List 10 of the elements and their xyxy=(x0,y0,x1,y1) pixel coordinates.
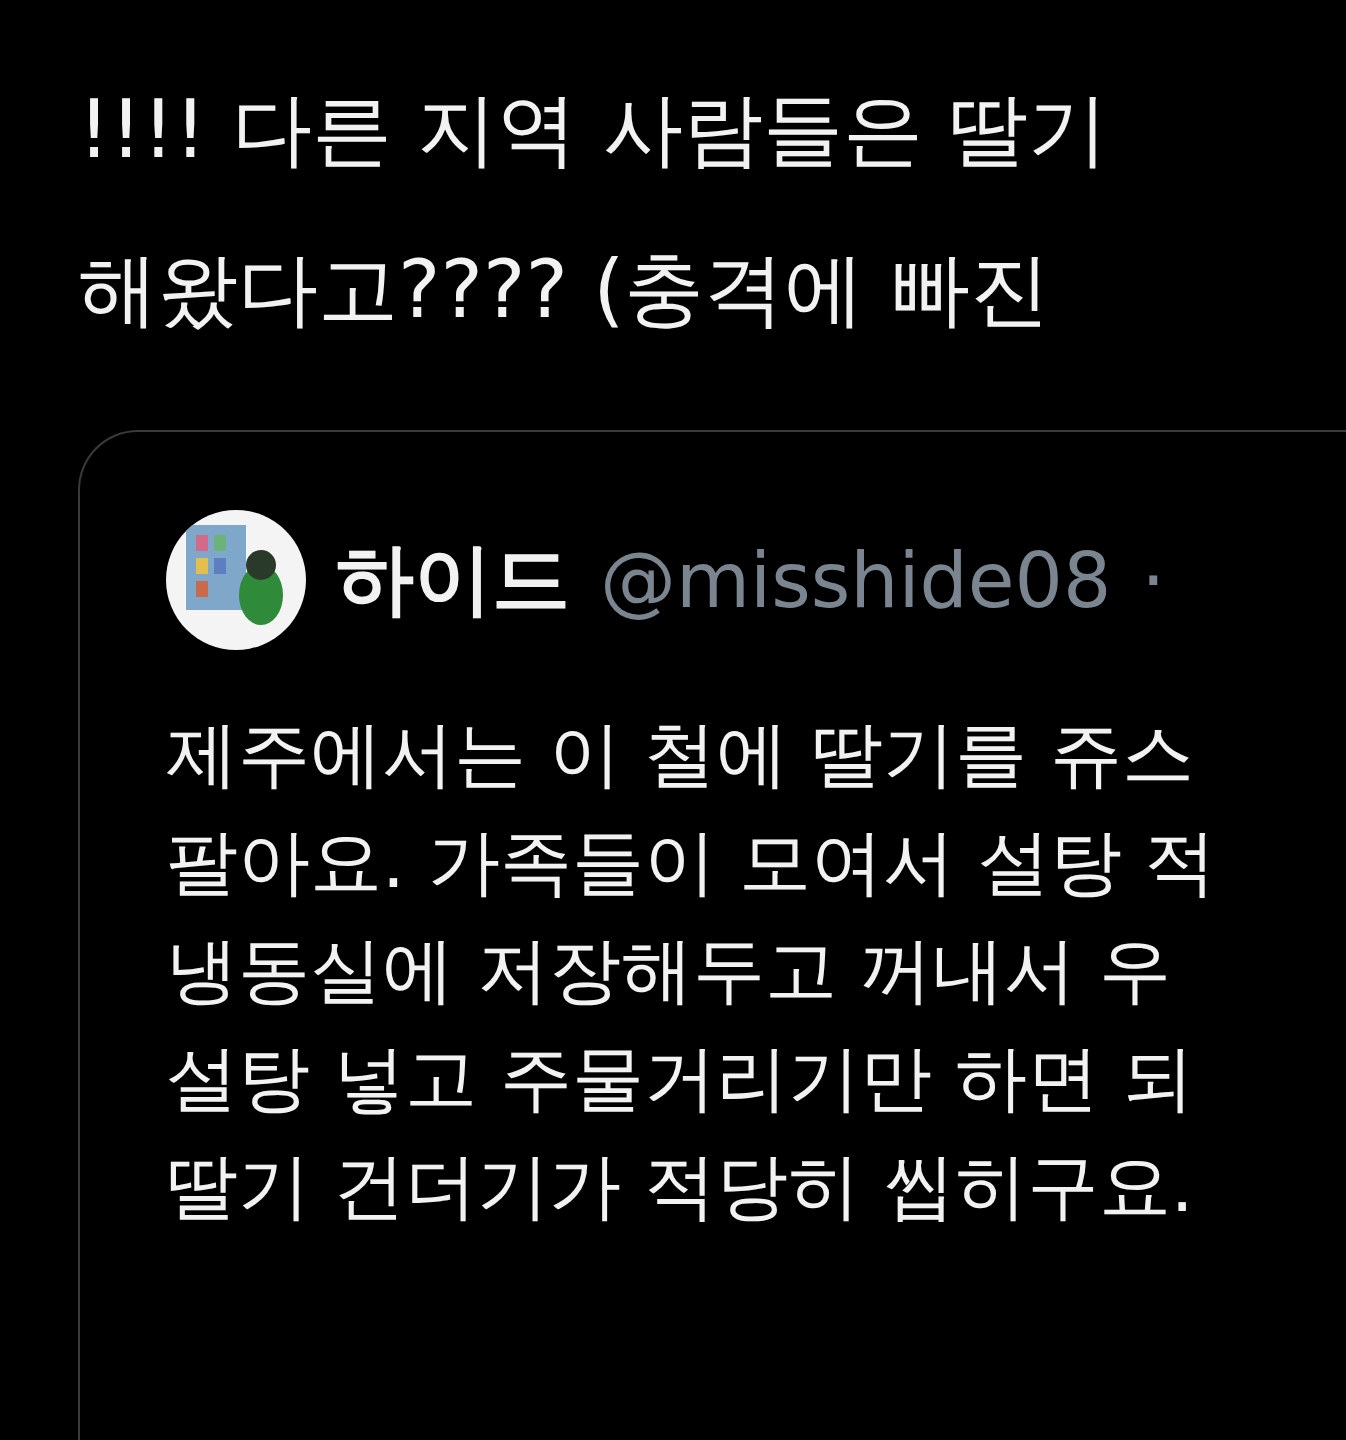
quoted-text-line: 제주에서는 이 철에 딸기를 쥬스 xyxy=(166,711,1194,798)
separator-dot: · xyxy=(1141,535,1166,625)
tweet-text-line: 해왔다고???? (충격에 빠진 xyxy=(78,242,1050,338)
quoted-text-line: 딸기 건더기가 적당히 씹히구요. xyxy=(166,1143,1194,1230)
quoted-text-line: 팔아요. 가족들이 모여서 설탕 적 xyxy=(166,819,1217,906)
quoted-text-line: 설탕 넣고 주물거리기만 하면 되 xyxy=(166,1035,1194,1122)
tweet-text-line: !!!! 다른 지역 사람들은 딸기 xyxy=(78,82,1108,178)
author-handle: @misshide08 xyxy=(600,535,1112,625)
author-name: 하이드 xyxy=(336,532,570,626)
quoted-text-line: 냉동실에 저장해두고 꺼내서 우 xyxy=(166,927,1171,1014)
